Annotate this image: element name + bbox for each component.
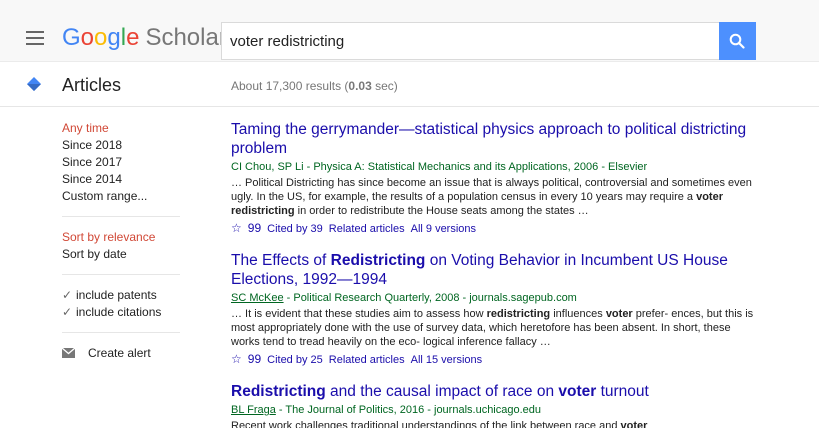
result-meta: SC McKee - Political Research Quarterly,… [231, 291, 761, 306]
result-snippet-text: Recent work challenges traditional under… [231, 420, 621, 428]
result-title-text: Taming the gerrymander—statistical physi… [231, 121, 747, 157]
result-source: - Political Research Quarterly, 2008 - j… [283, 292, 577, 304]
result-authors[interactable]: BL Fraga [231, 404, 276, 416]
sort-by-date[interactable]: Sort by date [62, 246, 182, 263]
include-patents-checkbox[interactable]: ✓ include patents [62, 287, 182, 304]
cite-quote-icon[interactable]: 99 [248, 221, 261, 235]
result-links: ☆ 99 Cited by 25 Related articles All 15 ver… [231, 352, 761, 368]
result-item: Taming the gerrymander—statistical physi… [231, 120, 761, 237]
result-authors: CI Chou, SP Li [231, 161, 304, 173]
results-stats: About 17,300 results (0.03 sec) [231, 79, 398, 93]
create-alert-button[interactable]: Create alert [62, 345, 182, 362]
include-citations-checkbox[interactable]: ✓ include citations [62, 304, 182, 321]
result-links: ☆ 99 Cited by 39 Related articles All 9 vers… [231, 221, 761, 237]
filter-any-time[interactable]: Any time [62, 120, 182, 137]
result-snippet-text: voter [620, 420, 648, 428]
menu-icon[interactable] [26, 31, 44, 45]
sidebar-divider [62, 216, 180, 217]
search-icon [729, 33, 745, 49]
save-star-icon[interactable]: ☆ [231, 221, 242, 235]
cited-by-link[interactable]: Cited by 25 [267, 354, 323, 366]
checkmark-icon: ✓ [62, 288, 73, 302]
result-snippet-text: influences [550, 308, 606, 320]
result-snippet-text: … It is evident that these studies aim t… [231, 308, 487, 320]
related-articles-link[interactable]: Related articles [329, 354, 405, 366]
scholar-cap-icon [27, 77, 41, 91]
sort-by-relevance[interactable]: Sort by relevance [62, 229, 182, 246]
cite-quote-icon[interactable]: 99 [248, 352, 261, 366]
result-title-text: Redistricting [330, 252, 426, 269]
result-title-link[interactable]: The Effects of Redistricting on Voting B… [231, 251, 761, 289]
result-snippet-text: … Political Districting has since become… [231, 177, 752, 203]
google-scholar-logo[interactable]: Google Scholar [62, 24, 227, 52]
sidebar-divider [62, 332, 180, 333]
result-source: - The Journal of Politics, 2016 - journa… [275, 404, 542, 416]
result-snippet: … Political Districting has since become… [231, 176, 761, 218]
all-versions-link[interactable]: All 15 versions [411, 354, 483, 366]
result-authors[interactable]: SC McKee [231, 292, 284, 304]
result-title-text: turnout [596, 383, 649, 400]
filter-sidebar: Any time Since 2018 Since 2017 Since 201… [62, 120, 182, 362]
result-title-link[interactable]: Redistricting and the causal impact of r… [231, 382, 761, 401]
result-snippet: Recent work challenges traditional under… [231, 419, 761, 428]
search-input[interactable] [221, 22, 719, 60]
articles-bar: Articles About 17,300 results (0.03 sec) [0, 63, 819, 107]
result-source: - Physica A: Statistical Mechanics and i… [303, 161, 648, 173]
result-meta: CI Chou, SP Li - Physica A: Statistical … [231, 160, 761, 175]
filter-custom-range[interactable]: Custom range... [62, 188, 182, 205]
save-star-icon[interactable]: ☆ [231, 352, 242, 366]
results-list: Taming the gerrymander—statistical physi… [231, 120, 761, 428]
result-item: The Effects of Redistricting on Voting B… [231, 251, 761, 368]
result-item: Redistricting and the causal impact of r… [231, 382, 761, 428]
result-title-text: The Effects of [231, 252, 331, 269]
search-button[interactable] [719, 22, 756, 60]
envelope-icon [62, 348, 75, 358]
filter-since-2018[interactable]: Since 2018 [62, 137, 182, 154]
top-header: Google Scholar [0, 0, 819, 62]
result-snippet-text: voter [605, 308, 633, 320]
articles-label: Articles [62, 75, 122, 95]
all-versions-link[interactable]: All 9 versions [411, 223, 476, 235]
result-snippet-text: in order to redistribute the House seats… [294, 205, 589, 217]
result-title-text: Redistricting [231, 383, 326, 400]
cited-by-link[interactable]: Cited by 39 [267, 223, 323, 235]
related-articles-link[interactable]: Related articles [329, 223, 405, 235]
result-meta: BL Fraga - The Journal of Politics, 2016… [231, 403, 761, 418]
filter-since-2017[interactable]: Since 2017 [62, 154, 182, 171]
filter-since-2014[interactable]: Since 2014 [62, 171, 182, 188]
checkmark-icon: ✓ [62, 305, 73, 319]
result-title-link[interactable]: Taming the gerrymander—statistical physi… [231, 120, 761, 158]
result-snippet-text: redistricting [486, 308, 551, 320]
sidebar-divider [62, 274, 180, 275]
result-title-text: voter [558, 383, 597, 400]
result-snippet: … It is evident that these studies aim t… [231, 307, 761, 349]
result-title-text: and the causal impact of race on [325, 383, 559, 400]
